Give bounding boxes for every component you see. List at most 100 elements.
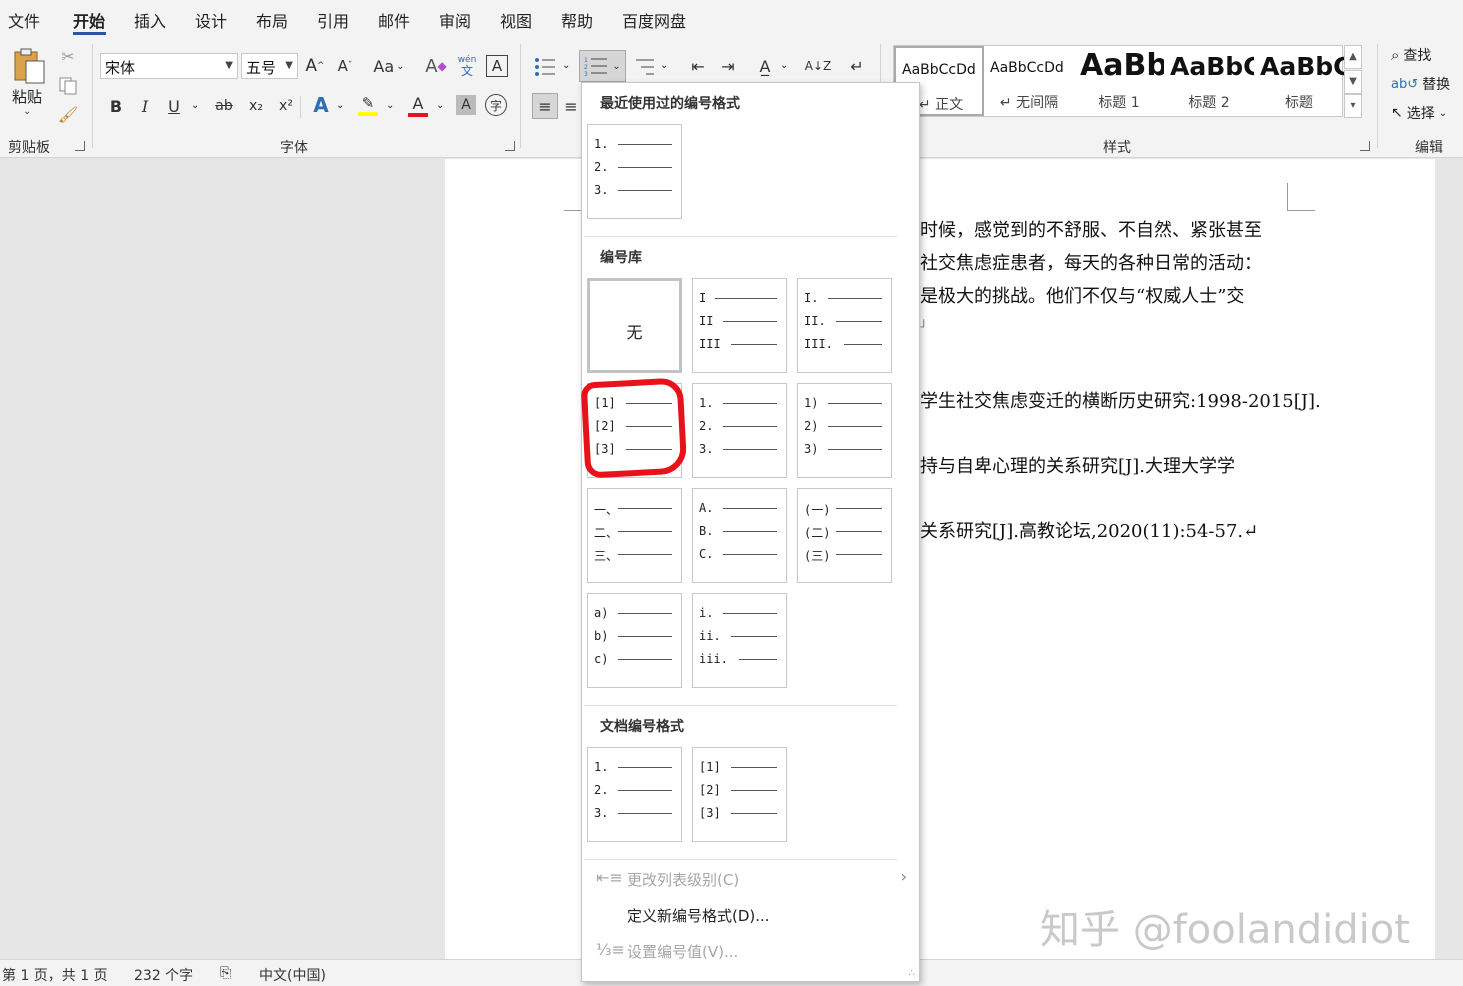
recent-format-tile[interactable]: 1. 2. 3. [587, 124, 682, 219]
paste-dropdown-icon[interactable]: ⌄ [23, 106, 31, 117]
style-heading-1[interactable]: AaBb 标题 1 [1074, 46, 1164, 116]
tab-review[interactable]: 审阅 [439, 8, 471, 32]
numbering-button[interactable]: 123 ⌄ [579, 50, 626, 82]
highlight-color-icon[interactable]: ✎ [356, 92, 380, 118]
tab-mailings[interactable]: 邮件 [378, 8, 410, 32]
paste-button[interactable] [10, 46, 48, 86]
clear-format-icon[interactable]: A ◆ [424, 54, 448, 78]
tab-home[interactable]: 开始 [73, 8, 105, 32]
tab-insert[interactable]: 插入 [134, 8, 166, 32]
tab-layout[interactable]: 布局 [256, 8, 288, 32]
tab-view[interactable]: 视图 [500, 8, 532, 32]
watermark: 知乎 @foolandidiot [1040, 907, 1410, 953]
document-format-tile[interactable]: [1] [2] [3] [692, 747, 787, 842]
doc-line: 关系研究[J].高教论坛,2020(11):54-57.↵ [920, 521, 1259, 542]
strikethrough-button[interactable]: ab [212, 94, 236, 118]
underline-button[interactable]: U [164, 94, 184, 118]
styles-more-icon[interactable]: ▾ [1344, 94, 1362, 118]
numbering-library-tile[interactable]: I. II. III. [797, 278, 892, 373]
define-new-format-item[interactable]: 定义新编号格式(D)... [582, 899, 919, 929]
tile-number-label: III. [804, 337, 833, 351]
phonetic-guide-icon[interactable]: wén 文 [455, 52, 479, 80]
numbering-library-tile[interactable]: A. B. C. [692, 488, 787, 583]
style-no-spacing[interactable]: AaBbCcDd ↵ 无间隔 [984, 46, 1074, 116]
character-border-icon[interactable]: A [486, 55, 508, 77]
chevron-down-icon[interactable]: ⌄ [336, 100, 344, 111]
italic-button[interactable]: I [135, 94, 155, 118]
superscript-button[interactable]: x² [275, 94, 297, 118]
styles-scroll-down-icon[interactable]: ▼ [1344, 70, 1362, 94]
sort-icon[interactable]: A↓Z [805, 52, 831, 80]
tile-row: 3. [594, 806, 678, 820]
numbering-library-tile[interactable]: a) b) c) [587, 593, 682, 688]
enclose-characters-icon[interactable]: 字 [485, 94, 507, 116]
show-marks-icon[interactable]: ↵ [845, 54, 869, 78]
tab-help[interactable]: 帮助 [561, 8, 593, 32]
page-count[interactable]: 第 1 页，共 1 页 [2, 965, 108, 985]
change-list-level-item[interactable]: ⇤≡ 更改列表级别(C) › [582, 863, 919, 893]
chevron-down-icon[interactable]: ⌄ [660, 60, 668, 71]
font-color-icon[interactable]: A [406, 92, 430, 118]
chevron-down-icon[interactable]: ⌄ [191, 100, 199, 111]
tile-line [618, 144, 672, 145]
multilevel-list-icon[interactable] [632, 54, 658, 80]
decrease-indent-icon[interactable]: ⇤ [686, 54, 710, 78]
find-button[interactable]: ⌕ 查找 [1391, 44, 1431, 66]
document-formats-header: 文档编号格式 [600, 719, 684, 735]
numbering-library-tile[interactable]: 1. 2. 3. [692, 383, 787, 478]
resize-grip-icon[interactable]: ∴ [909, 968, 915, 979]
text-effects-icon[interactable]: A [310, 92, 332, 118]
tile-row: 2. [594, 160, 678, 174]
language-status[interactable]: 中文(中国) [259, 965, 326, 985]
chevron-down-icon[interactable]: ⌄ [562, 60, 570, 71]
styles-scroll-up-icon[interactable]: ▲ [1344, 45, 1362, 69]
clipboard-icon [14, 48, 45, 84]
tile-line [731, 636, 777, 637]
word-count[interactable]: 232 个字 [134, 965, 193, 985]
grow-font-icon[interactable]: A ^ [304, 54, 326, 78]
cut-icon[interactable]: ✂ [58, 46, 78, 66]
proofing-icon[interactable]: ⎘ [220, 965, 231, 981]
character-shading-icon[interactable]: A [456, 95, 476, 115]
align-left-icon[interactable]: ≡ [532, 93, 558, 119]
chevron-down-icon[interactable]: ⌄ [386, 100, 394, 111]
tab-file[interactable]: 文件 [8, 8, 40, 32]
numbering-library-tile[interactable]: 1) 2) 3) [797, 383, 892, 478]
align-center-icon[interactable]: ≡ [562, 93, 580, 119]
bold-button[interactable]: B [106, 94, 126, 118]
increase-indent-icon[interactable]: ⇥ [716, 54, 740, 78]
replace-button[interactable]: ab↺ 替换 [1391, 73, 1450, 95]
font-name-select[interactable]: 宋体 ▼ [100, 53, 238, 79]
tab-references[interactable]: 引用 [317, 8, 349, 32]
tile-line [723, 403, 777, 404]
style-heading-2[interactable]: AaBbC 标题 2 [1164, 46, 1254, 116]
numbering-library-tile[interactable]: I II III [692, 278, 787, 373]
subscript-button[interactable]: x₂ [245, 94, 267, 118]
tab-design[interactable]: 设计 [195, 8, 227, 32]
chevron-down-icon[interactable]: ⌄ [436, 100, 444, 111]
shrink-font-icon[interactable]: Aˇ [334, 54, 356, 78]
document-format-tile[interactable]: 1. 2. 3. [587, 747, 682, 842]
set-numbering-value-item[interactable]: ⅓≡ 设置编号值(V)... [582, 935, 919, 965]
tile-number-label: b) [594, 629, 609, 643]
chevron-down-icon[interactable]: ⌄ [780, 60, 788, 71]
font-size-select[interactable]: 五号 ▼ [241, 53, 298, 79]
copy-icon[interactable] [58, 76, 78, 96]
style-title[interactable]: AaBbC 标题 [1254, 46, 1344, 116]
cursor-icon: ↖ [1391, 105, 1403, 121]
bullets-icon[interactable] [532, 54, 558, 80]
clipboard-launcher-icon[interactable] [75, 141, 85, 151]
asian-layout-icon[interactable]: A̲ [752, 54, 778, 78]
font-launcher-icon[interactable] [505, 141, 515, 151]
select-button[interactable]: ↖ 选择 ⌄ [1391, 102, 1447, 124]
numbering-library-tile[interactable]: (一) (二) (三) [797, 488, 892, 583]
tab-baidu-netdisk[interactable]: 百度网盘 [622, 8, 686, 32]
select-label: 选择 [1406, 106, 1435, 122]
numbering-none-tile[interactable]: 无 [587, 278, 682, 373]
paste-label[interactable]: 粘贴 [12, 86, 42, 107]
format-painter-icon[interactable]: 🖌 [58, 104, 78, 124]
change-case-button[interactable]: Aa ⌄ [370, 54, 408, 78]
numbering-library-tile[interactable]: 一、 二、 三、 [587, 488, 682, 583]
styles-launcher-icon[interactable] [1360, 141, 1370, 151]
numbering-library-tile[interactable]: i. ii. iii. [692, 593, 787, 688]
